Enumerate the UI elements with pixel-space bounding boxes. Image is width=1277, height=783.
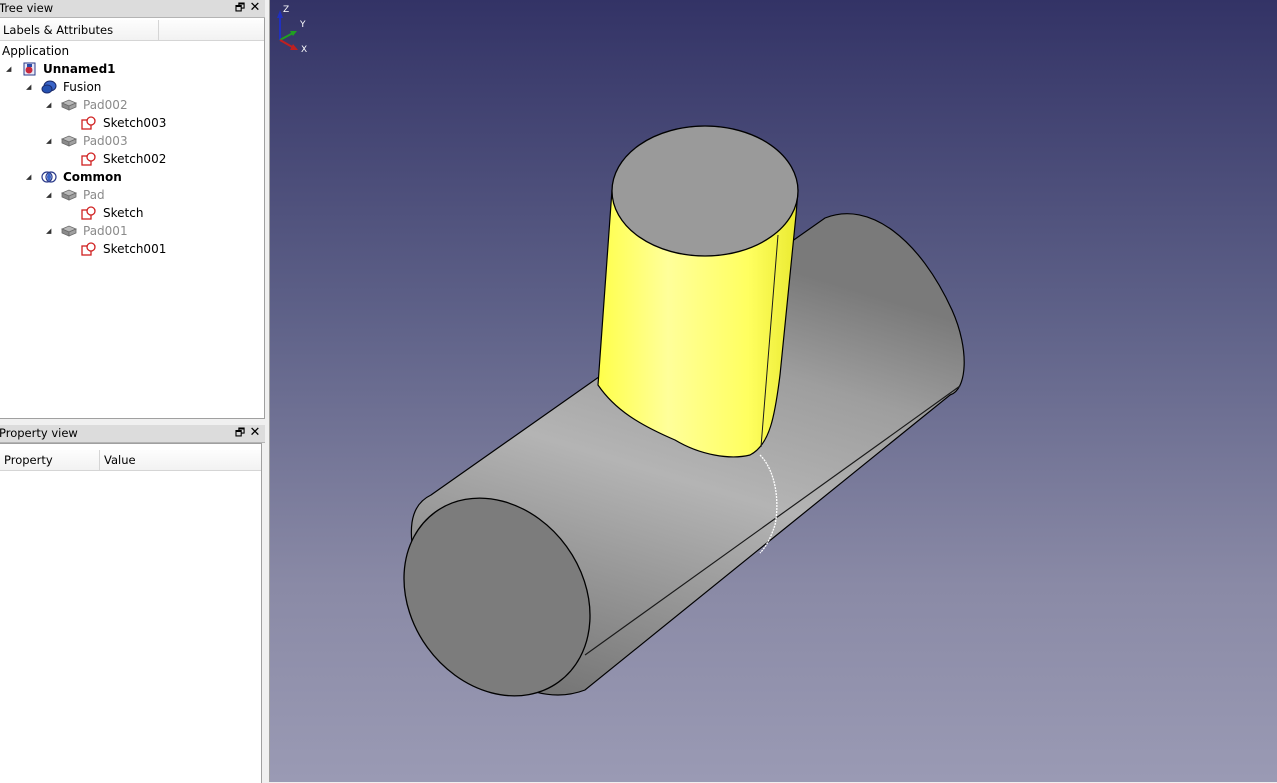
- tree-item-sketch003[interactable]: Sketch003: [0, 114, 264, 132]
- sketch-icon: [81, 242, 96, 256]
- expand-arrow-icon[interactable]: ◢: [46, 96, 56, 114]
- tree-view-panel: Labels & Attributes Application ◢ Unname…: [0, 18, 265, 419]
- labels-attributes-header[interactable]: Labels & Attributes: [3, 23, 113, 37]
- tree-item-label: Sketch002: [103, 152, 167, 166]
- tree-item-label: Sketch: [103, 206, 144, 220]
- close-icon[interactable]: ✕: [248, 1, 262, 15]
- common-icon: [41, 171, 57, 183]
- expand-arrow-icon[interactable]: ◢: [26, 78, 36, 96]
- tree-item-label: Pad001: [83, 224, 128, 238]
- pad-icon: [61, 99, 77, 111]
- tree-item-label: Sketch003: [103, 116, 167, 130]
- float-icon[interactable]: 🗗: [233, 1, 247, 15]
- axis-x-label: X: [301, 45, 307, 55]
- left-dock: Tree view 🗗 ✕ Labels & Attributes Applic…: [0, 0, 268, 783]
- close-icon[interactable]: ✕: [248, 426, 262, 440]
- axis-indicator: Z Y X: [277, 5, 307, 55]
- tree-item-sketch002[interactable]: Sketch002: [0, 150, 264, 168]
- tree-item-label: Pad: [83, 188, 105, 202]
- float-icon[interactable]: 🗗: [233, 426, 247, 440]
- pad-icon: [61, 225, 77, 237]
- pad-icon: [61, 135, 77, 147]
- property-column-header[interactable]: Property: [4, 453, 53, 467]
- value-column-header[interactable]: Value: [104, 453, 136, 467]
- sketch-icon: [81, 152, 96, 166]
- tree-item-label: Pad003: [83, 134, 128, 148]
- property-view-titlebar[interactable]: Property view 🗗 ✕: [0, 425, 265, 443]
- property-header: Property Value: [0, 450, 261, 471]
- model-render[interactable]: [270, 0, 1277, 782]
- tree-view-titlebar[interactable]: Tree view 🗗 ✕: [0, 0, 265, 18]
- tree-item-label: Fusion: [63, 80, 102, 94]
- tree-item-label: Common: [63, 170, 122, 184]
- tree-item-label: Pad002: [83, 98, 128, 112]
- tree-item-label: Sketch001: [103, 242, 167, 256]
- property-view-panel: Property Value: [0, 443, 262, 783]
- vertical-cylinder-top-face[interactable]: [611, 125, 799, 257]
- document-icon: [23, 62, 36, 76]
- tree-item-pad003[interactable]: ◢ Pad003: [0, 132, 264, 150]
- tree-item-pad001[interactable]: ◢ Pad001: [0, 222, 264, 240]
- fusion-icon: [41, 80, 57, 94]
- property-view-title: Property view: [0, 426, 78, 440]
- expand-arrow-icon[interactable]: ◢: [46, 132, 56, 150]
- sketch-icon: [81, 116, 96, 130]
- axis-y-label: Y: [299, 20, 306, 30]
- expand-arrow-icon[interactable]: ◢: [46, 186, 56, 204]
- tree-item-label: Unnamed1: [43, 62, 116, 76]
- tree-item-sketch001[interactable]: Sketch001: [0, 240, 264, 258]
- 3d-viewport[interactable]: Z Y X: [269, 0, 1277, 782]
- tree-item-pad[interactable]: ◢ Pad: [0, 186, 264, 204]
- tree-item-common[interactable]: ◢ Common: [0, 168, 264, 186]
- tree-item-pad002[interactable]: ◢ Pad002: [0, 96, 264, 114]
- pad-icon: [61, 189, 77, 201]
- header-separator: [158, 20, 159, 40]
- expand-arrow-icon[interactable]: ◢: [26, 168, 36, 186]
- header-separator: [99, 450, 100, 470]
- axis-z-label: Z: [283, 5, 289, 15]
- application-label: Application: [2, 44, 70, 58]
- tree-header: Labels & Attributes: [0, 20, 264, 41]
- expand-arrow-icon[interactable]: ◢: [46, 222, 56, 240]
- tree-view-title: Tree view: [0, 1, 54, 15]
- tree-item-sketch[interactable]: Sketch: [0, 204, 264, 222]
- sketch-icon: [81, 206, 96, 220]
- tree-item-fusion[interactable]: ◢ Fusion: [0, 78, 264, 96]
- tree-item-unnamed1[interactable]: ◢ Unnamed1: [0, 60, 264, 78]
- expand-arrow-icon[interactable]: ◢: [6, 60, 16, 78]
